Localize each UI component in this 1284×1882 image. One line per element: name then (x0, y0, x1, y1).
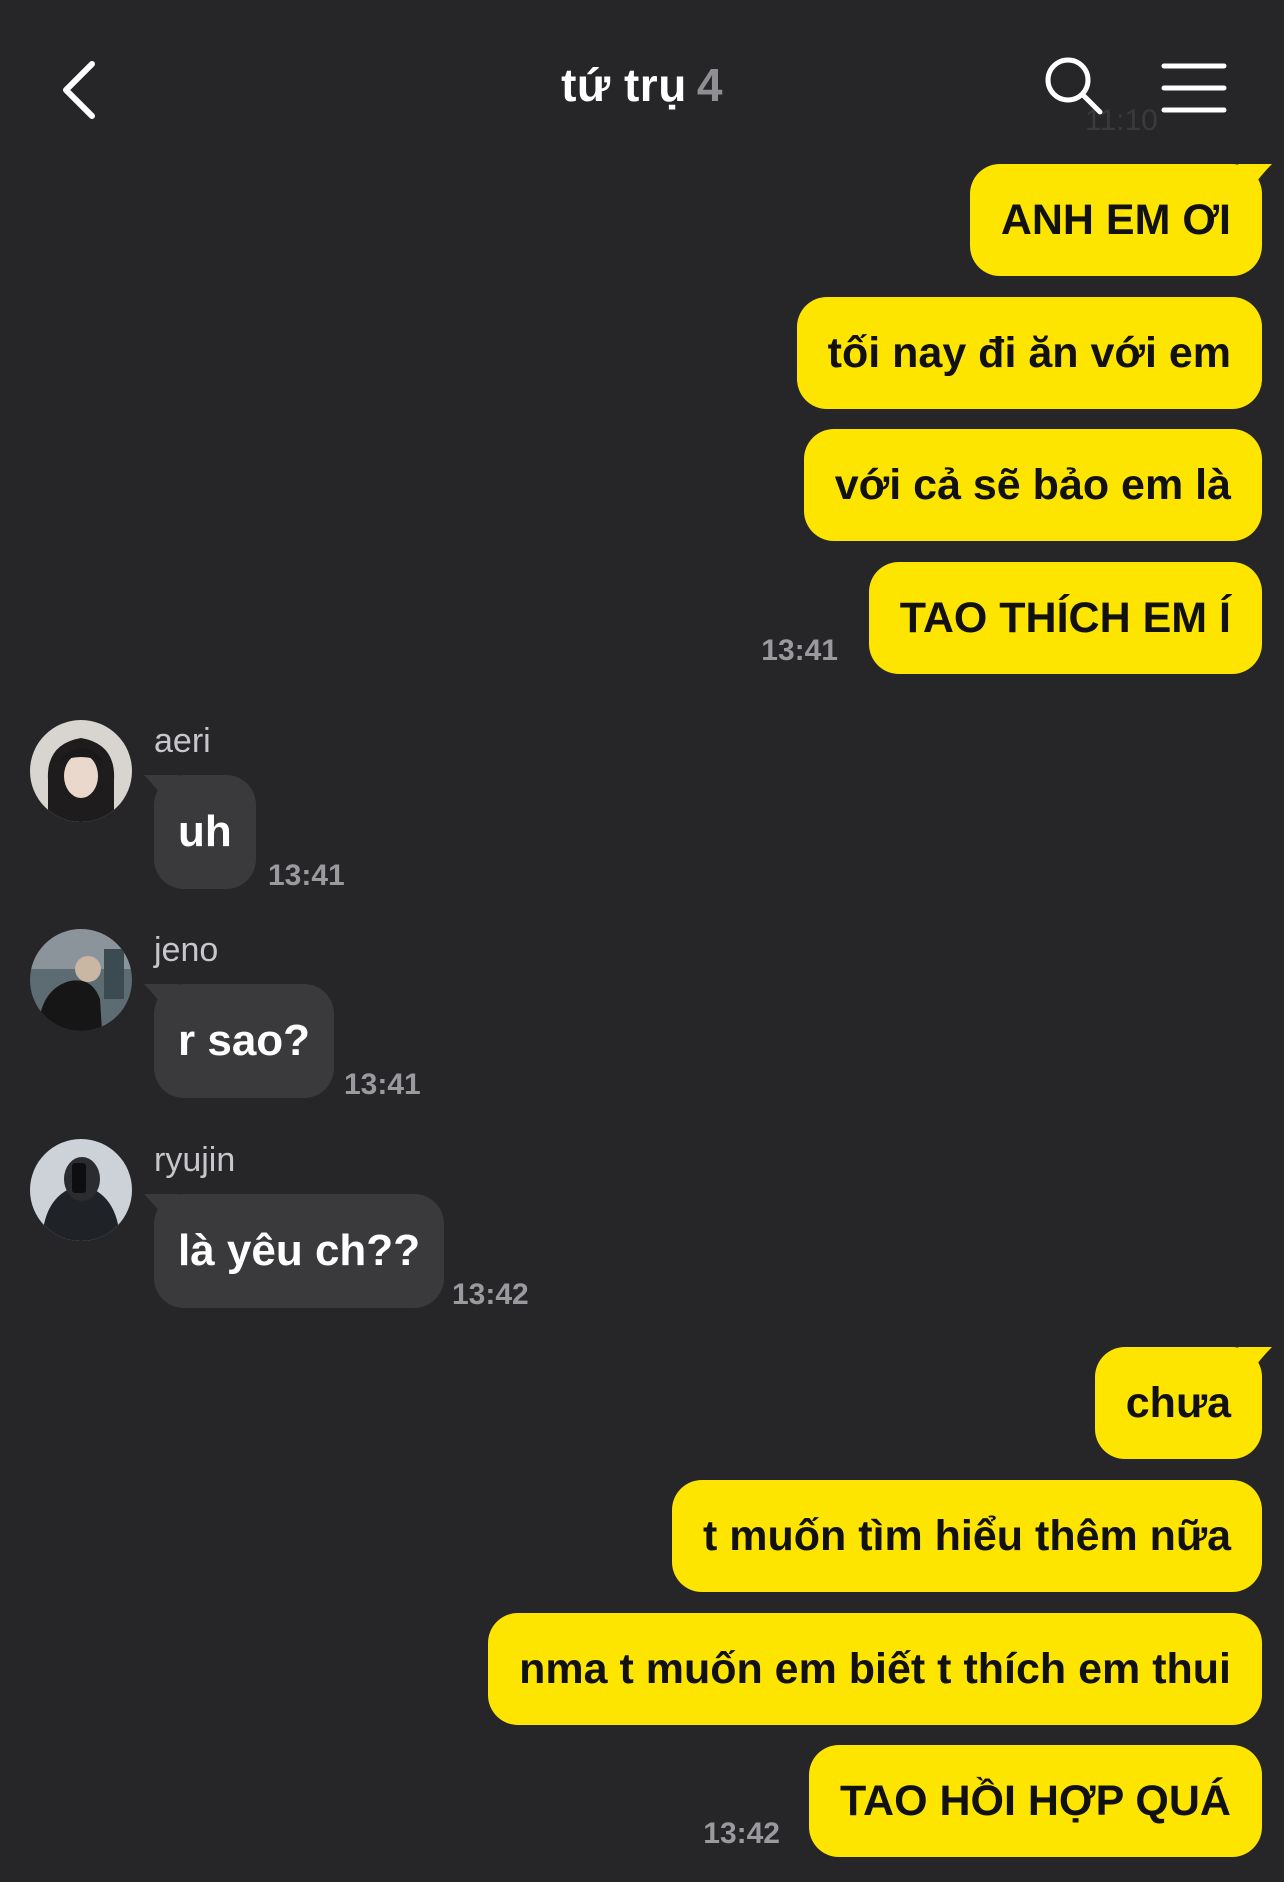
message-text: với cả sẽ bảo em là (834, 460, 1231, 509)
bubble-tail-icon (144, 984, 178, 1010)
sender-name: aeri (154, 722, 211, 760)
message-bubble[interactable]: là yêu ch?? (144, 1194, 445, 1308)
bubble-tail-icon (1238, 164, 1272, 190)
bubble-tail-icon (144, 1194, 178, 1220)
message-bubble[interactable]: tối nay đi ăn với em (796, 297, 1262, 409)
message-text: tối nay đi ăn với em (827, 328, 1231, 377)
message-bubble[interactable]: ANH EM ƠI (969, 164, 1272, 276)
outgoing-message[interactable]: TAO HỒI HỢP QUÁ (808, 1745, 1262, 1857)
message-timestamp: 13:42 (452, 1278, 529, 1311)
member-count: 4 (696, 59, 723, 111)
bubble-tail-icon (1238, 1347, 1272, 1373)
avatar-image (30, 720, 132, 822)
message-bubble[interactable]: r sao? (144, 984, 335, 1098)
message-text: ANH EM ƠI (1000, 195, 1231, 244)
message-bubble[interactable]: t muốn tìm hiểu thêm nữa (671, 1480, 1262, 1592)
avatar-aeri[interactable] (30, 720, 132, 822)
outgoing-message[interactable]: TAO THÍCH EM Í (868, 562, 1262, 674)
message-timestamp: 13:41 (268, 859, 345, 892)
outgoing-message[interactable]: chưa (1094, 1347, 1272, 1459)
sender-name: ryujin (154, 1141, 236, 1179)
message-text: chưa (1125, 1378, 1231, 1427)
search-button[interactable] (1040, 52, 1108, 120)
message-text: t muốn tìm hiểu thêm nữa (702, 1511, 1231, 1560)
outgoing-message[interactable]: tối nay đi ăn với em (796, 297, 1262, 409)
bubble-tail-icon (144, 775, 178, 801)
message-text: là yêu ch?? (178, 1226, 421, 1275)
message-bubble[interactable]: TAO THÍCH EM Í (868, 562, 1262, 674)
avatar-jeno[interactable] (30, 929, 132, 1031)
message-text: nma t muốn em biết t thích em thui (519, 1644, 1231, 1693)
avatar-ryujin[interactable] (30, 1139, 132, 1241)
outgoing-message[interactable]: ANH EM ƠI (969, 164, 1272, 276)
message-bubble[interactable]: uh (144, 775, 256, 889)
message-text: TAO THÍCH EM Í (899, 593, 1231, 642)
outgoing-message[interactable]: với cả sẽ bảo em là (803, 429, 1262, 541)
message-bubble[interactable]: TAO HỒI HỢP QUÁ (808, 1745, 1262, 1857)
message-text: r sao? (178, 1016, 311, 1065)
menu-icon (1161, 63, 1227, 113)
message-text: TAO HỒI HỢP QUÁ (839, 1776, 1231, 1825)
message-text: uh (178, 807, 232, 856)
avatar-image (30, 929, 132, 1031)
chat-name: tứ trụ (561, 59, 687, 111)
message-bubble[interactable]: nma t muốn em biết t thích em thui (488, 1613, 1262, 1725)
avatar-image (30, 1139, 132, 1241)
menu-button[interactable] (1158, 58, 1230, 118)
message-timestamp: 13:41 (761, 634, 838, 667)
message-timestamp: 13:42 (703, 1817, 780, 1850)
message-bubble[interactable]: với cả sẽ bảo em là (803, 429, 1262, 541)
message-bubble[interactable]: chưa (1094, 1347, 1272, 1459)
search-icon (1045, 57, 1103, 115)
message-timestamp: 13:41 (344, 1068, 421, 1101)
sender-name: jeno (154, 931, 219, 969)
outgoing-message[interactable]: t muốn tìm hiểu thêm nữa (671, 1480, 1262, 1592)
outgoing-message[interactable]: nma t muốn em biết t thích em thui (488, 1613, 1262, 1725)
chat-header: tứ trụ 4 11:10 (0, 0, 1284, 170)
